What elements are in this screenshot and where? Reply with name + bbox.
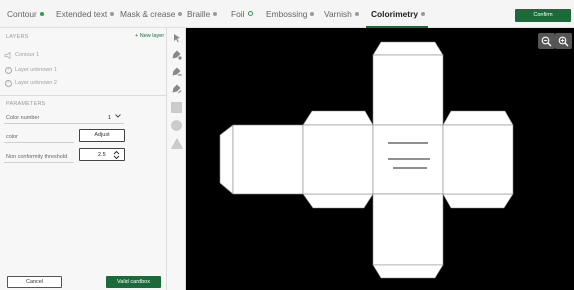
status-dot [310,12,315,16]
status-dot [178,12,183,16]
cancel-button[interactable]: Cancel [7,276,62,288]
tool-column [167,28,186,290]
pointer-icon[interactable] [170,31,183,44]
confirm-button[interactable]: Confirm [515,9,571,22]
layer-label: Layer unknown 2 [15,80,57,86]
stepper-arrows-icon[interactable] [113,150,120,160]
triangle-icon[interactable] [170,137,183,150]
status-dot [213,12,218,16]
parameters-section-title: PARAMETERS [6,101,46,107]
layer-item-unknown-1[interactable]: ? Layer unknown 1 [4,66,57,74]
select-underline [4,123,124,124]
tab-extended-text[interactable]: Extended text [56,9,115,19]
status-dot [354,12,359,16]
zoom-out-icon [541,36,552,46]
pen-edit-icon[interactable] [170,82,183,95]
status-done-dot [39,12,44,16]
layer-label: Contour 1 [15,52,40,58]
threshold-stepper[interactable]: 2.5 [79,148,125,161]
threshold-value: 2.5 [98,152,106,158]
tab-foil[interactable]: Foil [231,9,253,19]
canvas-area[interactable] [186,28,574,290]
megaphone-icon [4,51,12,59]
question-icon: ? [4,66,12,74]
color-number-label: Color number [6,115,40,121]
field-underline [4,162,74,163]
zoom-out-button[interactable] [538,33,555,49]
tab-varnish[interactable]: Varnish [324,9,359,19]
color-label: color [6,134,18,140]
tab-braille[interactable]: Braille [187,9,218,19]
threshold-label: Non conformity threshold [6,154,68,160]
layer-item-unknown-2[interactable]: ? Layer unknown 2 [4,79,57,87]
left-panel: LAYERS + New layer Contour 1 ? Layer unk… [0,28,167,290]
chevron-down-icon [114,114,121,118]
tab-embossing[interactable]: Embossing [266,9,315,19]
top-tab-bar: Contour Extended text Mask & crease Brai… [0,0,574,28]
layer-item-contour-1[interactable]: Contour 1 [4,51,39,59]
tab-contour[interactable]: Contour [7,9,44,19]
zoom-in-icon [558,36,569,46]
zoom-in-button[interactable] [555,33,572,49]
circle-icon[interactable] [170,119,183,132]
valid-cardbox-button[interactable]: Valid cardbox [106,276,161,288]
cardbox-dieline[interactable] [186,28,574,290]
question-icon: ? [4,79,12,87]
status-dot [110,12,115,16]
field-underline [4,142,74,143]
adjust-button[interactable]: Adjust [79,129,125,142]
layer-label: Layer unknown 1 [15,67,57,73]
rectangle-icon[interactable] [170,101,183,114]
section-divider [0,95,167,96]
status-dot [421,12,426,16]
pen-add-icon[interactable] [170,48,183,61]
new-layer-button[interactable]: + New layer [135,33,164,39]
tab-mask-crease[interactable]: Mask & crease [120,9,183,19]
pen-remove-icon[interactable] [170,65,183,78]
layers-section-title: LAYERS [6,34,29,40]
color-number-select[interactable]: 1 [108,114,121,121]
status-pending-dot [247,11,253,16]
tab-colorimetry[interactable]: Colorimetry [371,9,426,19]
